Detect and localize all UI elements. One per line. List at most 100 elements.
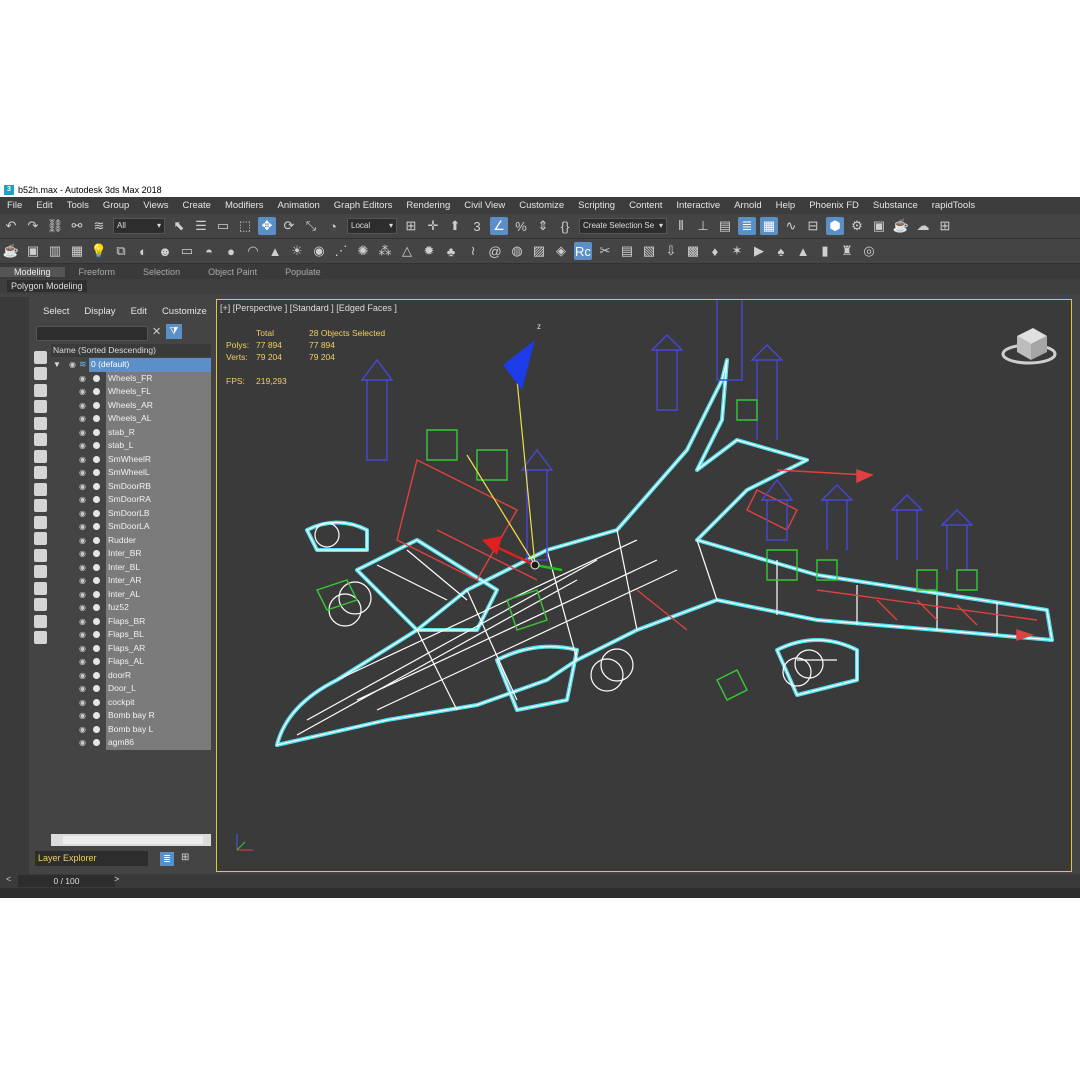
select-by-name-icon[interactable]: ☰ [192,217,210,235]
light-icon[interactable]: ◈ [552,242,570,260]
curve-editor-icon[interactable]: ∿ [782,217,800,235]
menu-file[interactable]: File [0,200,29,211]
plant-icon[interactable]: ♣ [442,242,460,260]
edit-named-selections-icon[interactable]: {} [556,217,574,235]
mirror-icon[interactable]: ⫴ [672,217,690,235]
display-all-icon[interactable] [34,548,47,562]
ribbon-tab-freeform[interactable]: Freeform [65,267,130,277]
visibility-eye-icon[interactable]: ◉ [79,495,89,504]
select-rotate-icon[interactable]: ⟳ [280,217,298,235]
menu-edit[interactable]: Edit [29,200,59,211]
menu-arnold[interactable]: Arnold [727,200,768,211]
menu-phoenix-fd[interactable]: Phoenix FD [802,200,866,211]
menu-animation[interactable]: Animation [271,200,327,211]
visibility-eye-icon[interactable]: ◉ [79,671,89,680]
layer-options-icon[interactable]: ⊞ [181,852,189,863]
toggle-ribbon-icon[interactable]: ▦ [760,217,778,235]
render-setup-icon[interactable]: ⚙ [848,217,866,235]
sun-small-icon[interactable]: ✶ [728,242,746,260]
visibility-eye-icon[interactable]: ◉ [79,536,89,545]
object-row[interactable]: ◉ Flaps_AL [51,655,211,669]
visibility-eye-icon[interactable]: ◉ [79,725,89,734]
display-bones-icon[interactable] [34,482,47,496]
object-row[interactable]: ◉ Wheels_FL [51,385,211,399]
object-row[interactable]: ◉ doorR [51,668,211,682]
light-bulb-icon[interactable]: 💡 [90,242,108,260]
visibility-eye-icon[interactable]: ◉ [79,738,89,747]
object-row[interactable]: ◉ Flaps_AR [51,641,211,655]
object-row[interactable]: ◉ Flaps_BL [51,628,211,642]
explorer-menu-display[interactable]: Display [84,306,115,317]
display-shapes-icon[interactable] [34,367,47,380]
object-row[interactable]: ◉ agm86 [51,736,211,750]
object-row[interactable]: ◉ Rudder [51,533,211,547]
object-row[interactable]: ◉ SmWheelL [51,466,211,480]
visibility-eye-icon[interactable]: ◉ [79,401,89,410]
display-helpers-icon[interactable] [34,416,47,430]
object-row[interactable]: ◉ Bomb bay L [51,722,211,736]
visibility-eye-icon[interactable]: ◉ [69,360,79,369]
teapot-icon[interactable]: ☕ [2,242,20,260]
display-geometry-icon[interactable] [34,350,47,364]
menu-rendering[interactable]: Rendering [399,200,457,211]
display-cameras-icon[interactable] [34,400,47,413]
clear-search-icon[interactable]: ✕ [152,325,161,338]
visibility-eye-icon[interactable]: ◉ [79,590,89,599]
sun-icon[interactable]: ☀ [288,242,306,260]
unlink-icon[interactable]: ⚯ [68,217,86,235]
explorer-menu-edit[interactable]: Edit [131,306,147,317]
explorer-menu-select[interactable]: Select [43,306,69,317]
menu-customize[interactable]: Customize [512,200,571,211]
object-row[interactable]: ◉ Flaps_BR [51,614,211,628]
object-row[interactable]: ◉ stab_R [51,425,211,439]
render-frame-icon[interactable]: ▦ [68,242,86,260]
visibility-eye-icon[interactable]: ◉ [79,374,89,383]
display-children-icon[interactable] [34,598,47,611]
horizontal-scrollbar[interactable] [51,834,211,846]
visibility-eye-icon[interactable]: ◉ [79,617,89,626]
object-row[interactable]: ◉ stab_L [51,439,211,453]
time-slider[interactable]: < 0 / 100 > [0,874,1080,888]
tree-icon[interactable]: ♠ [772,242,790,260]
bulb-cyan-icon[interactable]: ♦ [706,242,724,260]
render-production-icon[interactable]: ☕ [892,217,910,235]
select-manipulate-icon[interactable]: ✛ [424,217,442,235]
display-dependents-icon[interactable] [34,631,47,644]
transform-gizmo[interactable]: z [466,322,563,572]
texture-icon[interactable]: ▨ [530,242,548,260]
object-row[interactable]: ◉ Door_L [51,682,211,696]
layer-row-default[interactable]: ▼ ◉ ≋ 0 (default) [51,358,211,372]
hair-icon[interactable]: ≀ [464,242,482,260]
lamp-icon[interactable]: ♜ [838,242,856,260]
sphere-icon[interactable]: ● [222,242,240,260]
rc-icon[interactable]: Rc [574,242,592,260]
sound-icon[interactable]: ◐ [134,242,152,260]
object-row[interactable]: ◉ cockpit [51,695,211,709]
menu-interactive[interactable]: Interactive [669,200,727,211]
menu-tools[interactable]: Tools [60,200,96,211]
visibility-eye-icon[interactable]: ◉ [79,387,89,396]
disk-icon[interactable]: ◎ [860,242,878,260]
display-groups-icon[interactable] [34,449,47,463]
visibility-eye-icon[interactable]: ◉ [79,468,89,477]
pyramid-icon[interactable]: △ [398,242,416,260]
keyboard-shortcut-override-icon[interactable]: ⬆ [446,217,464,235]
pine-tree-icon[interactable]: ▲ [794,242,812,260]
object-row[interactable]: ◉ SmDoorLB [51,506,211,520]
gallery-icon[interactable]: ▩ [684,242,702,260]
menu-civil-view[interactable]: Civil View [457,200,512,211]
sky-icon[interactable]: ◉ [310,242,328,260]
display-invert-icon[interactable] [34,581,47,595]
import-icon[interactable]: ⇩ [662,242,680,260]
object-row[interactable]: ◉ Wheels_FR [51,371,211,385]
display-spacewarps-icon[interactable] [34,433,47,446]
next-frame-button[interactable]: > [114,874,119,884]
filter-icon[interactable]: ⧩ [166,324,182,339]
visibility-eye-icon[interactable]: ◉ [79,441,89,450]
menu-views[interactable]: Views [136,200,175,211]
visibility-eye-icon[interactable]: ◉ [79,509,89,518]
ribbon-tab-object-paint[interactable]: Object Paint [194,267,271,277]
expand-arrow-icon[interactable]: ▼ [53,360,61,369]
display-frozen-icon[interactable] [34,515,47,529]
schematic-view-icon[interactable]: ⊟ [804,217,822,235]
